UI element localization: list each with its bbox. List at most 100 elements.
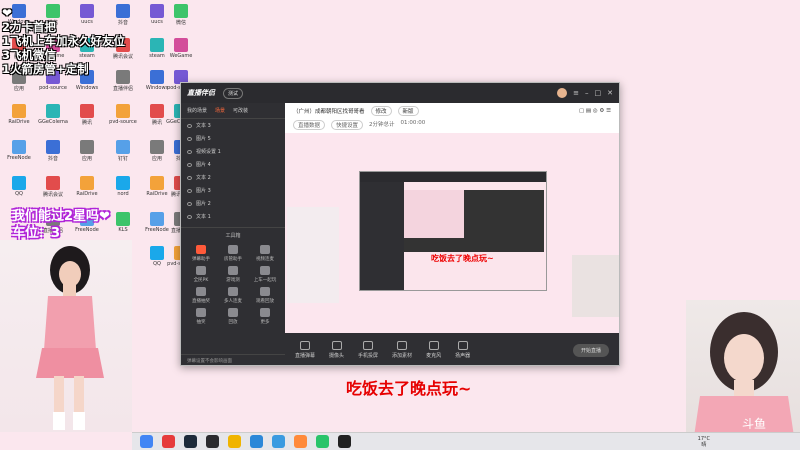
- toolbar-icons[interactable]: ▢ ▤ ◎ ⚙ ☰: [579, 108, 611, 114]
- tool-label: 弹幕助手: [192, 257, 210, 262]
- chrome-icon[interactable]: [140, 435, 153, 448]
- tool-item[interactable]: 全民PK: [185, 266, 217, 283]
- desktop-icon[interactable]: 应用: [72, 140, 102, 162]
- new-button[interactable]: 新版: [397, 106, 419, 116]
- eye-icon[interactable]: [187, 136, 192, 141]
- eye-icon[interactable]: [187, 175, 192, 180]
- tool-label: 视频连麦: [256, 257, 274, 262]
- overlay-line: 1飞机上车加永久好友位: [2, 34, 126, 48]
- status-item[interactable]: 快捷设置: [331, 120, 364, 130]
- desktop-icon[interactable]: pvd-source: [108, 104, 138, 125]
- minimize-icon[interactable]: –: [585, 89, 589, 97]
- desktop-icon[interactable]: nord: [108, 176, 138, 197]
- edit-button[interactable]: 修改: [370, 106, 392, 116]
- streaming-app-icon[interactable]: [338, 435, 351, 448]
- camera-button[interactable]: 摄像头: [329, 341, 344, 359]
- eye-icon[interactable]: [187, 201, 192, 206]
- app-icon: [150, 4, 164, 18]
- app-icon: [46, 104, 60, 118]
- danmaku-button[interactable]: 直播弹幕: [295, 341, 315, 359]
- tool-item[interactable]: 更多: [249, 308, 281, 325]
- desktop-icon[interactable]: 腾讯会议: [38, 176, 68, 198]
- eye-icon[interactable]: [187, 188, 192, 193]
- scene-item[interactable]: 文本 3: [181, 119, 285, 132]
- steam-icon[interactable]: [184, 435, 197, 448]
- tool-item[interactable]: 回放: [217, 308, 249, 325]
- app-icon: [46, 176, 60, 190]
- phone-cast-button[interactable]: 手机投屏: [358, 341, 378, 359]
- desktop-icon-label: RaiDrive: [8, 119, 30, 125]
- speaker-button[interactable]: 扬声器: [455, 341, 470, 359]
- play-icon[interactable]: [316, 435, 329, 448]
- tool-icon: [228, 308, 238, 317]
- desktop-icon[interactable]: FreeNode: [4, 140, 34, 161]
- app-icon: [150, 70, 164, 84]
- tool-item[interactable]: 游戏测: [217, 266, 249, 283]
- scene-item[interactable]: 图片 2: [181, 197, 285, 210]
- app-icon[interactable]: [294, 435, 307, 448]
- netease-icon[interactable]: [162, 435, 175, 448]
- maximize-icon[interactable]: □: [595, 89, 602, 97]
- scene-panel: 我的场景 场景 可改装 文本 3 图片 5 视频设置 1 图片 4 文本 2 图…: [181, 103, 285, 365]
- desktop-icon[interactable]: 腾讯: [72, 104, 102, 126]
- app-icon[interactable]: [250, 435, 263, 448]
- desktop-icon[interactable]: RaiDrive: [4, 104, 34, 125]
- desktop-icon-label: QQ: [15, 191, 23, 197]
- start-stream-button[interactable]: 开始直播: [572, 343, 609, 357]
- desktop-icon-label: pod-source: [39, 85, 67, 91]
- tools-title: 工具箱: [181, 227, 285, 243]
- overlay-line: 3飞机微信: [2, 48, 57, 62]
- desktop-icon[interactable]: 抖音: [38, 140, 68, 162]
- tab-my-scenes[interactable]: 我的场景: [187, 107, 207, 114]
- desktop-icon[interactable]: WeGame: [166, 38, 196, 59]
- close-icon[interactable]: ✕: [607, 89, 613, 97]
- desktop-icon[interactable]: QQ: [4, 176, 34, 197]
- tool-item[interactable]: 上车一起玩: [249, 266, 281, 283]
- scene-item[interactable]: 图片 3: [181, 184, 285, 197]
- tool-item[interactable]: 观看回放: [249, 287, 281, 304]
- app-icon[interactable]: [272, 435, 285, 448]
- desktop-icon[interactable]: GGeColema: [38, 104, 68, 125]
- screen-icon: [300, 341, 310, 350]
- desktop-icon[interactable]: KLS: [108, 212, 138, 233]
- tool-label: 直播抽奖: [192, 299, 210, 304]
- tool-item[interactable]: 抽奖: [185, 308, 217, 325]
- menu-icon[interactable]: ≡: [573, 89, 579, 97]
- scene-label: 文本 1: [196, 214, 211, 220]
- scene-item[interactable]: 文本 2: [181, 171, 285, 184]
- eye-icon[interactable]: [187, 162, 192, 167]
- eye-icon[interactable]: [187, 214, 192, 219]
- eye-icon[interactable]: [187, 149, 192, 154]
- mic-button[interactable]: 麦克风: [426, 341, 441, 359]
- eye-icon[interactable]: [187, 123, 192, 128]
- scene-item[interactable]: 图片 5: [181, 132, 285, 145]
- taskbar-clock: 17°C 晴: [698, 436, 710, 448]
- desktop-icon[interactable]: 钉钉: [108, 140, 138, 162]
- scene-item[interactable]: 图片 4: [181, 158, 285, 171]
- tool-item[interactable]: 直播抽奖: [185, 287, 217, 304]
- heart-icon: ❤: [2, 6, 13, 20]
- folder-icon[interactable]: [228, 435, 241, 448]
- scene-item[interactable]: 视频设置 1: [181, 145, 285, 158]
- app-icon: [12, 176, 26, 190]
- footer-note: 弹幕设置不会影响画面: [181, 354, 285, 365]
- steam-app-icon[interactable]: [206, 435, 219, 448]
- tool-item[interactable]: 房管助手: [217, 245, 249, 262]
- scene-item[interactable]: 文本 1: [181, 210, 285, 223]
- desktop-icon[interactable]: 微信: [166, 4, 196, 26]
- status-item[interactable]: 直播数据: [293, 120, 326, 130]
- app-icon: [150, 140, 164, 154]
- version-badge[interactable]: 测试: [223, 87, 244, 99]
- avatar[interactable]: [557, 88, 568, 98]
- desktop-icon[interactable]: RaiDrive: [72, 176, 102, 197]
- tab-scenes[interactable]: 场景: [215, 107, 225, 114]
- tool-item[interactable]: 多人连麦: [217, 287, 249, 304]
- desktop-icon-label: WeGame: [169, 53, 193, 59]
- app-icon: [174, 4, 188, 18]
- add-material-button[interactable]: 添加素材: [392, 341, 412, 359]
- tab-modify[interactable]: 可改装: [233, 107, 248, 114]
- tool-label: 多人连麦: [224, 299, 242, 304]
- tool-item[interactable]: 弹幕助手: [185, 245, 217, 262]
- app-icon: [150, 176, 164, 190]
- tool-item[interactable]: 视频连麦: [249, 245, 281, 262]
